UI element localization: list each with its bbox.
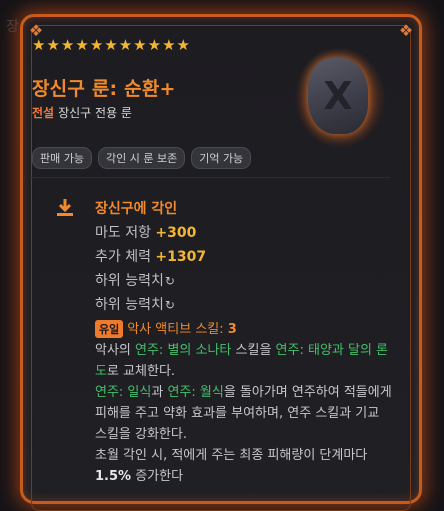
- unique-skill-line: 유일 악사 액티브 스킬: 3: [95, 318, 237, 338]
- star-icon: ★: [104, 36, 118, 54]
- item-subtitle: 전설 장신구 전용 룬: [32, 104, 132, 121]
- skill-level: 3: [227, 322, 237, 337]
- tag-memorable: 기억 가능: [191, 147, 252, 169]
- star-icon: ★: [60, 36, 75, 54]
- item-type: 장신구 전용 룬: [58, 106, 132, 120]
- star-icon: ★: [162, 36, 176, 54]
- star-icon: ★: [133, 36, 147, 54]
- item-tags: 판매 가능 각인 시 룬 보존 기억 가능: [32, 147, 252, 169]
- engrave-arrow-icon: [57, 199, 73, 216]
- rarity-label: 전설: [32, 106, 55, 120]
- star-icon: ★: [32, 36, 46, 54]
- percent-value: 1.5%: [95, 469, 132, 484]
- stat-label: 추가 체력: [95, 249, 156, 265]
- skill-desc-2: 연주: 일식과 연주: 월식을 돌아가며 연주하여 적들에게 피해를 주고 약화…: [95, 382, 395, 445]
- desc-text: 과: [151, 385, 168, 400]
- star-icon: ★: [46, 36, 60, 54]
- star-icon: ★: [75, 36, 89, 54]
- section-divider: [30, 177, 390, 178]
- reroll-icon: ↻: [164, 298, 175, 312]
- desc-text: 악사의: [95, 343, 136, 358]
- background-text: 장: [6, 19, 19, 35]
- transcend-desc: 초월 각인 시, 적에게 주는 최종 피해량이 단계마다 1.5% 증가한다: [95, 445, 395, 487]
- item-title: 장신구 룬: 순환+: [32, 78, 176, 100]
- desc-text: 스킬을: [231, 343, 276, 358]
- desc-text: 초월 각인 시, 적에게 주는 최종 피해량이 단계마다: [95, 448, 368, 463]
- star-icon: ★: [176, 36, 190, 54]
- tag-sellable: 판매 가능: [32, 147, 92, 169]
- desc-text: 증가한다: [131, 469, 184, 484]
- stat-label: 마도 저항: [95, 225, 156, 241]
- corner-ornament-icon: ❖: [398, 20, 414, 40]
- engrave-title: 장신구에 각인: [95, 201, 178, 217]
- sub-stat-2: 하위 능력치↻: [95, 294, 175, 314]
- skill-desc-1: 악사의 연주: 별의 소나타 스킬을 연주: 태양과 달의 론도로 교체한다.: [95, 340, 395, 382]
- star-icon: ★: [118, 36, 133, 54]
- star-icon: ★: [89, 36, 104, 54]
- sub-stat-1: 하위 능력치↻: [95, 270, 175, 290]
- star-icon: ★: [147, 36, 162, 54]
- stat-value: +1307: [155, 249, 207, 265]
- rune-stone-icon: X: [308, 58, 368, 134]
- skill-name: 연주: 별의 소나타: [135, 343, 232, 358]
- skill-text: 악사 액티브 스킬:: [127, 322, 228, 337]
- tag-rune-preserve: 각인 시 룬 보존: [97, 147, 186, 169]
- sub-stat-label: 하위 능력치: [95, 273, 164, 289]
- stat-magic-resist: 마도 저항 +300: [95, 222, 196, 242]
- skill-name: 연주: 일식: [95, 385, 152, 400]
- unique-badge: 유일: [95, 320, 124, 338]
- desc-text: 로 교체한다.: [106, 364, 176, 379]
- reroll-icon: ↻: [164, 274, 175, 288]
- stat-value: +300: [155, 225, 197, 241]
- sub-stat-label: 하위 능력치: [95, 297, 164, 313]
- stat-extra-hp: 추가 체력 +1307: [95, 246, 206, 266]
- skill-name: 연주: 월식: [167, 385, 224, 400]
- star-rating: ★ ★ ★ ★ ★ ★ ★ ★ ★ ★ ★: [32, 38, 190, 53]
